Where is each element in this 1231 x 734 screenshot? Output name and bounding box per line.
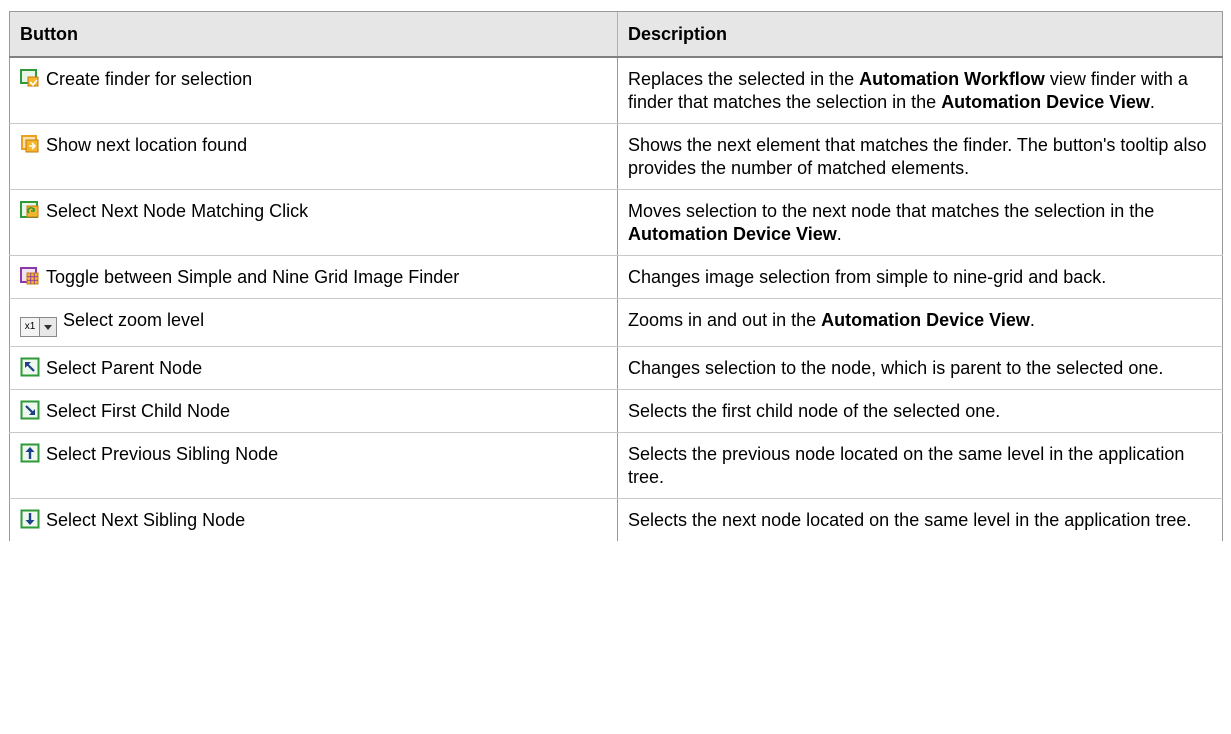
table-row: Select Parent Node Changes selection to t… [9,346,1223,390]
description-bold-text: Automation Device View [628,224,837,244]
previous-sibling-node-icon [20,443,40,463]
table-header-row: Button Description [9,11,1223,58]
create-finder-icon [20,68,40,88]
description-bold-text: Automation Device View [821,310,1030,330]
button-label: Select Parent Node [46,358,203,378]
description-cell: Selects the next node located on the sam… [617,498,1223,541]
table-row: Select Previous Sibling Node Selects the … [9,432,1223,499]
first-child-node-icon [20,400,40,420]
zoom-value: x1 [20,317,40,337]
next-sibling-node-icon [20,509,40,529]
description-cell: Zooms in and out in the Automation Devic… [617,298,1223,347]
next-location-icon [20,134,40,154]
description-cell: Selects the first child node of the sele… [617,389,1223,433]
button-label: Select Next Sibling Node [46,510,246,530]
description-text: Selects the first child node of the sele… [628,401,1001,421]
button-cell: Select Next Node Matching Click [9,189,618,256]
description-bold-text: Automation Workflow [859,69,1045,89]
description-text: Replaces the selected in the [628,69,860,89]
header-button: Button [9,11,618,58]
table-row: x1 Select zoom level Zooms in and out in t… [9,298,1223,347]
chevron-down-icon [40,317,57,337]
description-cell: Selects the previous node located on the… [617,432,1223,499]
header-description: Description [617,11,1223,58]
description-cell: Changes image selection from simple to n… [617,255,1223,299]
button-cell: Select First Child Node [9,389,618,433]
description-text: Zooms in and out in the [628,310,822,330]
description-cell: Shows the next element that matches the … [617,123,1223,190]
table-row: Select Next Sibling Node Selects the next… [9,498,1223,541]
description-text: Shows the next element that matches the … [628,135,1207,178]
description-text: Changes selection to the node, which is … [628,358,1164,378]
description-text: Selects the next node located on the sam… [628,510,1192,530]
description-text: . [1149,92,1155,112]
button-label: Select First Child Node [46,401,231,421]
button-cell: Select Next Sibling Node [9,498,618,541]
description-cell: Changes selection to the node, which is … [617,346,1223,390]
button-label: Show next location found [46,135,248,155]
description-text: Selects the previous node located on the… [628,444,1185,487]
buttons-table: Button Description Create finder for sel… [9,11,1223,541]
button-cell: Show next location found [9,123,618,190]
nine-grid-toggle-icon [20,266,40,286]
description-text: . [836,224,842,244]
button-label: Select zoom level [63,310,205,330]
table-row: Select Next Node Matching Click Moves sel… [9,189,1223,256]
description-text: Moves selection to the next node that ma… [628,201,1155,221]
table-row: Select First Child Node Selects the first… [9,389,1223,433]
description-text: . [1029,310,1035,330]
zoom-select-icon: x1 [20,317,57,337]
table-row: Toggle between Simple and Nine Grid Imag… [9,255,1223,299]
description-text: Changes image selection from simple to n… [628,267,1107,287]
button-cell: Select Parent Node [9,346,618,390]
table-row: Create finder for selection Replaces the … [9,57,1223,124]
parent-node-icon [20,357,40,377]
description-cell: Replaces the selected in the Automation … [617,57,1223,124]
table-row: Show next location found Shows the next e… [9,123,1223,190]
button-cell: x1 Select zoom level [9,298,618,347]
button-cell: Create finder for selection [9,57,618,124]
button-cell: Select Previous Sibling Node [9,432,618,499]
button-cell: Toggle between Simple and Nine Grid Imag… [9,255,618,299]
button-label: Toggle between Simple and Nine Grid Imag… [46,267,460,287]
button-label: Select Previous Sibling Node [46,444,279,464]
button-label: Select Next Node Matching Click [46,201,309,221]
button-label: Create finder for selection [46,69,253,89]
description-cell: Moves selection to the next node that ma… [617,189,1223,256]
next-node-matching-icon [20,200,40,220]
description-bold-text: Automation Device View [941,92,1150,112]
